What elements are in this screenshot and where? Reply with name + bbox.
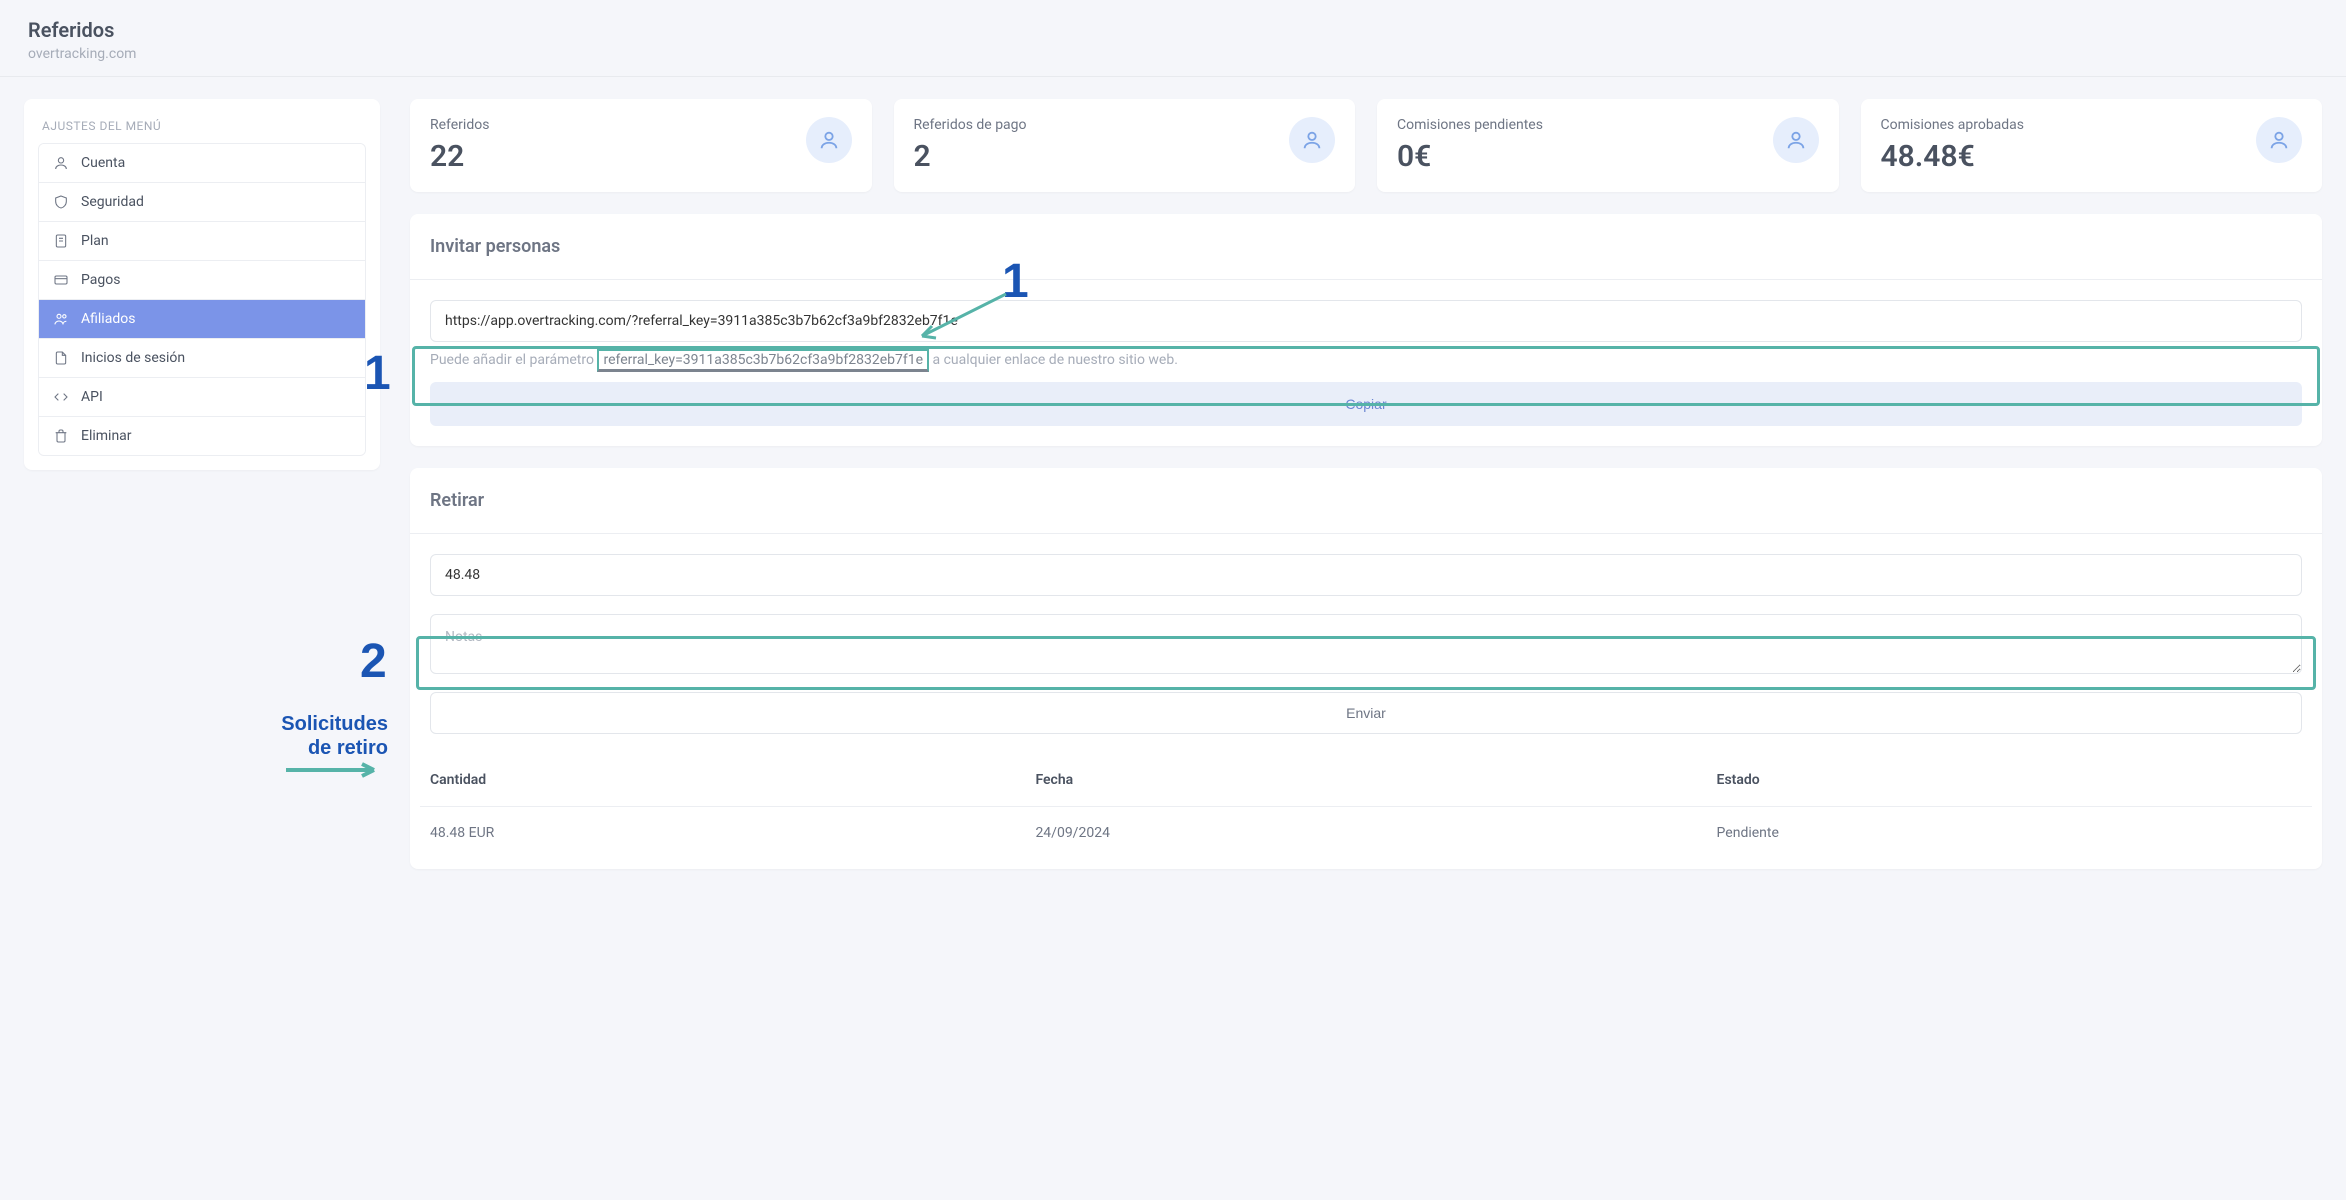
person-icon [806,117,852,163]
stat-value: 48.48€ [1881,139,2025,174]
table-row: 48.48 EUR 24/09/2024 Pendiente [420,807,2312,860]
stat-comisiones-pendientes: Comisiones pendientes 0€ [1377,99,1839,192]
users-icon [53,311,69,327]
withdraw-amount-input[interactable] [430,554,2302,596]
referral-link-input[interactable] [430,300,2302,342]
stat-referidos: Referidos 22 [410,99,872,192]
sidebar-item-label: Pagos [81,272,120,288]
page-title: Referidos [28,18,2318,42]
sidebar-item-plan[interactable]: Plan [39,221,365,260]
stat-referidos-pago: Referidos de pago 2 [894,99,1356,192]
sidebar-item-api[interactable]: API [39,377,365,416]
copy-button[interactable]: Copiar [430,382,2302,426]
user-icon [53,155,69,171]
withdraw-card: Retirar Enviar Cantidad Fecha Estado [410,468,2322,869]
sidebar-item-label: Seguridad [81,194,144,210]
card-icon [53,272,69,288]
sidebar-item-pagos[interactable]: Pagos [39,260,365,299]
stat-label: Referidos de pago [914,117,1027,133]
person-icon [1289,117,1335,163]
stat-value: 2 [914,139,1027,174]
stat-label: Comisiones aprobadas [1881,117,2025,133]
stat-label: Comisiones pendientes [1397,117,1543,133]
helper-post: a cualquier enlace de nuestro sitio web. [929,352,1178,368]
helper-pre: Puede añadir el parámetro [430,352,597,368]
sidebar-item-eliminar[interactable]: Eliminar [39,416,365,455]
sidebar-item-afiliados[interactable]: Afiliados [39,299,365,338]
stat-comisiones-aprobadas: Comisiones aprobadas 48.48€ [1861,99,2323,192]
stats-row: Referidos 22 Referidos de pago 2 Comis [410,99,2322,192]
sidebar-item-label: Eliminar [81,428,132,444]
withdraw-title: Retirar [410,468,2322,534]
cell-amount: 48.48 EUR [420,807,1025,860]
invite-title: Invitar personas [410,214,2322,280]
person-icon [2256,117,2302,163]
person-icon [1773,117,1819,163]
annotation-label-solicitudes: Solicitudes de retiro [274,712,388,760]
annotation-num-2: 2 [360,634,387,689]
sidebar-item-label: API [81,389,103,405]
sidebar-item-label: Plan [81,233,109,249]
trash-icon [53,428,69,444]
sidebar-item-cuenta[interactable]: Cuenta [39,144,365,182]
settings-sidebar: AJUSTES DEL MENÚ Cuenta Seguridad Plan [24,99,380,470]
invite-helper: Puede añadir el parámetro referral_key=3… [430,352,2302,368]
col-status: Estado [1707,754,2312,807]
annotation-arrow-solicitudes [282,762,386,778]
document-icon [53,350,69,366]
page-header: Referidos overtracking.com [0,0,2346,77]
withdraw-notes-textarea[interactable] [430,614,2302,674]
sidebar-item-seguridad[interactable]: Seguridad [39,182,365,221]
cell-date: 24/09/2024 [1025,807,1706,860]
invite-card: Invitar personas Puede añadir el parámet… [410,214,2322,446]
stat-label: Referidos [430,117,489,133]
shield-icon [53,194,69,210]
sidebar-item-inicios[interactable]: Inicios de sesión [39,338,365,377]
cell-status: Pendiente [1707,807,2312,860]
submit-withdraw-button[interactable]: Enviar [430,692,2302,734]
code-icon [53,389,69,405]
sidebar-item-label: Inicios de sesión [81,350,185,366]
sidebar-heading: AJUSTES DEL MENÚ [38,117,366,143]
stat-value: 0€ [1397,139,1543,174]
sidebar-item-label: Afiliados [81,311,135,327]
col-amount: Cantidad [420,754,1025,807]
page-subtitle: overtracking.com [28,46,2318,62]
sidebar-item-label: Cuenta [81,155,125,171]
withdraw-requests-table: Cantidad Fecha Estado 48.48 EUR 24/09/20… [420,754,2312,859]
referral-param-code: referral_key=3911a385c3b7b62cf3a9bf2832e… [597,349,929,372]
file-icon [53,233,69,249]
col-date: Fecha [1025,754,1706,807]
stat-value: 22 [430,139,489,174]
